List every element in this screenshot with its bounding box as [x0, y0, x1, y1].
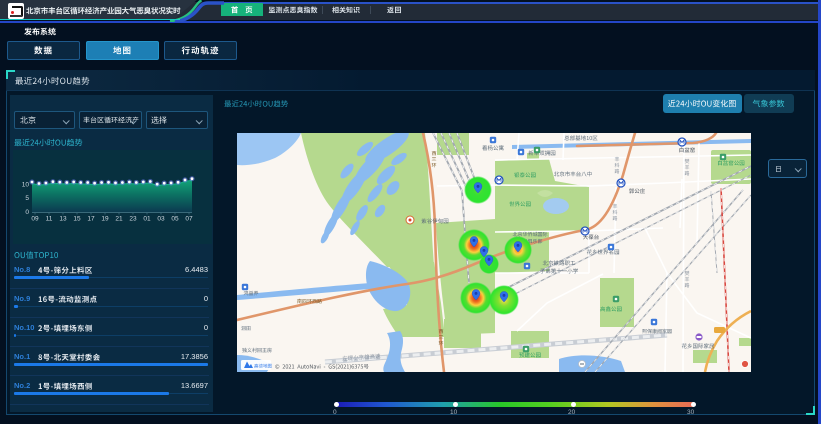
- svg-text:11: 11: [46, 216, 53, 223]
- svg-text:15: 15: [73, 216, 81, 223]
- svg-text:03: 03: [157, 216, 165, 223]
- svg-text:13: 13: [59, 216, 67, 223]
- svg-text:21: 21: [115, 216, 123, 223]
- svg-text:0: 0: [25, 209, 29, 216]
- svg-text:5: 5: [25, 195, 29, 202]
- svg-text:17: 17: [87, 216, 95, 223]
- svg-text:23: 23: [129, 216, 137, 223]
- svg-text:09: 09: [31, 216, 39, 223]
- svg-text:05: 05: [171, 216, 179, 223]
- svg-text:10: 10: [22, 182, 30, 189]
- svg-text:19: 19: [101, 216, 109, 223]
- svg-text:01: 01: [143, 216, 151, 223]
- svg-text:07: 07: [185, 216, 193, 223]
